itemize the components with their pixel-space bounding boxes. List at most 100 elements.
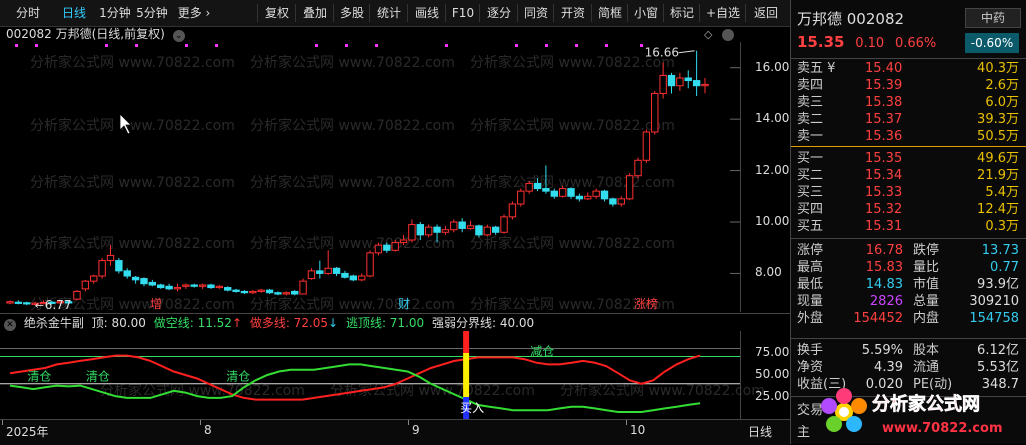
candle[interactable] bbox=[667, 72, 676, 94]
chevron-down-icon[interactable]: ⌄ bbox=[172, 30, 185, 42]
candle[interactable] bbox=[692, 50, 701, 96]
candle[interactable] bbox=[81, 279, 90, 292]
candle[interactable] bbox=[240, 290, 249, 294]
candle[interactable] bbox=[408, 219, 416, 243]
candle[interactable] bbox=[466, 220, 475, 230]
candle[interactable] bbox=[123, 268, 131, 279]
candle[interactable] bbox=[299, 278, 307, 295]
candle[interactable] bbox=[659, 62, 667, 99]
toolbar-button-0[interactable]: 复权 bbox=[258, 0, 296, 26]
candle[interactable] bbox=[14, 300, 23, 305]
event-tag[interactable]: 财 bbox=[398, 297, 410, 311]
toolbar-button-9[interactable]: 简框 bbox=[592, 0, 628, 26]
candle[interactable] bbox=[249, 290, 257, 294]
candle[interactable] bbox=[416, 222, 425, 240]
candle[interactable] bbox=[157, 283, 165, 289]
toolbar-button-4[interactable]: 画线 bbox=[408, 0, 446, 26]
candle[interactable] bbox=[224, 286, 232, 292]
bottom-tab-label[interactable]: 主 bbox=[797, 424, 810, 441]
candle[interactable] bbox=[651, 90, 659, 135]
candle[interactable] bbox=[274, 291, 282, 296]
candle[interactable] bbox=[701, 78, 709, 94]
candle[interactable] bbox=[676, 72, 684, 91]
toolbar-button-8[interactable]: 开资 bbox=[554, 0, 592, 26]
candle[interactable] bbox=[517, 188, 525, 207]
candle[interactable] bbox=[307, 268, 316, 280]
toolbar-button-7[interactable]: 同资 bbox=[518, 0, 554, 26]
candle[interactable] bbox=[433, 224, 441, 243]
candle[interactable] bbox=[140, 277, 148, 287]
candle[interactable] bbox=[592, 188, 600, 199]
tab-2[interactable]: 1分钟 bbox=[98, 0, 132, 26]
toolbar-button-13[interactable]: 返回 bbox=[746, 0, 786, 26]
candle[interactable] bbox=[73, 290, 81, 301]
candle[interactable] bbox=[475, 224, 483, 238]
candle[interactable] bbox=[584, 192, 592, 201]
candle[interactable] bbox=[232, 288, 240, 293]
candle[interactable] bbox=[383, 242, 391, 253]
candle[interactable] bbox=[458, 218, 466, 233]
close-icon[interactable]: ✕ bbox=[4, 319, 16, 331]
candle[interactable] bbox=[98, 258, 106, 279]
tab-0[interactable]: 分时 bbox=[6, 0, 50, 26]
toolbar-button-12[interactable]: +自选 bbox=[700, 0, 746, 26]
candle[interactable] bbox=[190, 283, 198, 288]
candle[interactable] bbox=[441, 225, 450, 235]
candle[interactable] bbox=[491, 225, 500, 235]
candle[interactable] bbox=[399, 234, 408, 246]
candle[interactable] bbox=[106, 245, 115, 266]
candle[interactable] bbox=[173, 283, 182, 292]
diamond-icon[interactable]: ◇ bbox=[704, 28, 712, 41]
candle[interactable] bbox=[6, 300, 14, 305]
candle[interactable] bbox=[332, 267, 341, 276]
indicator-chart[interactable]: 清仓 清仓 清仓 减仓买入 bbox=[0, 331, 740, 419]
candle[interactable] bbox=[508, 201, 517, 220]
tab-3[interactable]: 5分钟 bbox=[134, 0, 170, 26]
candle[interactable] bbox=[424, 224, 433, 238]
toolbar-button-10[interactable]: 小窗 bbox=[628, 0, 664, 26]
toolbar-button-2[interactable]: 多股 bbox=[334, 0, 370, 26]
candle[interactable] bbox=[567, 187, 575, 199]
candle[interactable] bbox=[324, 250, 332, 275]
candle[interactable] bbox=[617, 196, 625, 207]
candle[interactable] bbox=[525, 180, 533, 194]
candle[interactable] bbox=[550, 188, 558, 199]
toolbar-button-5[interactable]: F10 bbox=[446, 0, 480, 26]
candle[interactable] bbox=[148, 279, 157, 287]
tab-1[interactable]: 日线 bbox=[56, 0, 92, 26]
candle[interactable] bbox=[575, 193, 584, 202]
candle[interactable] bbox=[366, 250, 374, 278]
candle[interactable] bbox=[290, 290, 299, 296]
event-tag[interactable]: 增 bbox=[150, 297, 162, 311]
toolbar-button-6[interactable]: 逐分 bbox=[480, 0, 518, 26]
indicator-name[interactable]: 绝杀金牛副 bbox=[24, 316, 84, 330]
candle[interactable] bbox=[642, 129, 651, 163]
period-label[interactable]: 日线 bbox=[748, 423, 772, 440]
circle-chevron-icon[interactable] bbox=[722, 29, 734, 41]
candle[interactable] bbox=[357, 273, 366, 282]
candle[interactable] bbox=[341, 270, 349, 279]
candle[interactable] bbox=[558, 186, 567, 198]
event-tag[interactable]: 涨榜 bbox=[634, 296, 658, 311]
candle[interactable] bbox=[207, 283, 215, 289]
candle[interactable] bbox=[257, 288, 265, 293]
candle[interactable] bbox=[500, 214, 508, 234]
candle[interactable] bbox=[609, 197, 617, 207]
candle[interactable] bbox=[533, 178, 542, 192]
candle[interactable] bbox=[684, 70, 692, 89]
candle[interactable] bbox=[182, 283, 190, 289]
candle[interactable] bbox=[349, 274, 358, 282]
toolbar-button-1[interactable]: 叠加 bbox=[296, 0, 334, 26]
sector-button[interactable]: 中药 bbox=[965, 8, 1021, 28]
candle[interactable] bbox=[625, 173, 634, 201]
candle[interactable] bbox=[634, 157, 642, 179]
candle[interactable] bbox=[115, 258, 123, 274]
toolbar-button-3[interactable]: 统计 bbox=[370, 0, 408, 26]
candle[interactable] bbox=[316, 260, 324, 279]
candle[interactable] bbox=[483, 224, 491, 237]
toolbar-button-11[interactable]: 标记 bbox=[664, 0, 700, 26]
candle[interactable] bbox=[198, 283, 207, 289]
candle[interactable] bbox=[131, 276, 140, 284]
candle[interactable] bbox=[215, 285, 224, 289]
candle[interactable] bbox=[450, 219, 458, 233]
